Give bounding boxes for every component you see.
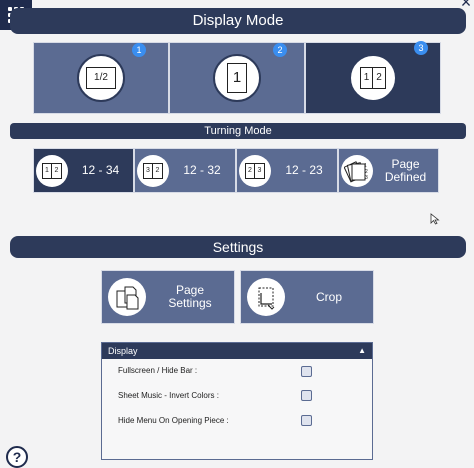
two-page-icon: 1 2 [349,54,397,102]
help-button[interactable]: ? [6,446,28,468]
page-pair-icon: 3 2 [137,154,169,187]
checkbox-invert-colors[interactable] [301,390,312,401]
option-label-fullscreen: Fullscreen / Hide Bar : [118,366,198,375]
mode-badge-2: 2 [273,43,287,57]
page-pair-right: 2 [52,162,62,179]
turning-option-label: 12 - 23 [285,163,323,177]
crop-button[interactable]: Crop [240,270,374,324]
turning-option-page-defined[interactable]: 1 2 3 Page Defined [338,148,439,193]
page-pair-right: 3 [255,162,265,179]
single-page-icon: 1 [213,54,261,102]
mode-badge-1: 1 [132,43,146,57]
turning-option-12-23[interactable]: 2 3 12 - 23 [236,148,338,193]
collapse-caret-icon[interactable]: ▲ [358,343,366,359]
turning-option-label: Page Defined [373,156,438,184]
single-page-icon-text: 1 [227,63,247,93]
display-mode-half-page[interactable]: 1/2 [33,42,169,114]
page-pair-icon: 1 2 [36,154,68,187]
settings-title: Settings [10,236,466,258]
page-pair-right: 2 [153,162,163,179]
page-stack-icon: 1 2 3 [341,154,373,187]
page-pair-icon: 2 3 [239,154,271,187]
display-mode-title: Display Mode [10,8,466,34]
page-settings-button[interactable]: Page Settings [101,270,235,324]
turning-option-label: 12 - 34 [81,163,120,177]
checkbox-hide-menu[interactable] [301,415,312,426]
two-page-icon-right: 2 [373,67,386,89]
crop-icon [247,278,285,316]
page-pair-left: 2 [245,162,255,179]
two-page-icon-left: 1 [360,67,373,89]
page-settings-icon [108,278,146,316]
option-label-invert-colors: Sheet Music - Invert Colors : [118,391,219,400]
turning-option-12-34[interactable]: 1 2 12 - 34 [33,148,134,193]
option-label-hide-menu: Hide Menu On Opening Piece : [118,416,229,425]
page-settings-line2: Settings [168,296,212,310]
half-page-icon-text: 1/2 [86,67,116,89]
page-defined-line2: Defined [384,169,427,184]
checkbox-fullscreen[interactable] [301,366,312,377]
page-pair-left: 3 [143,162,153,179]
page-settings-label: Page Settings [146,284,234,310]
turning-option-label: 12 - 32 [183,163,221,177]
page-pair-left: 1 [42,162,52,179]
svg-text:3: 3 [365,175,368,181]
display-panel-header[interactable]: Display ▲ [102,343,372,359]
page-defined-line1: Page [391,156,420,171]
turning-option-12-32[interactable]: 3 2 12 - 32 [134,148,236,193]
display-panel: Display ▲ [101,342,373,460]
display-panel-title: Display [108,346,138,356]
mouse-cursor-icon [430,213,440,225]
mode-badge-3: 3 [414,41,428,55]
half-page-icon: 1/2 [77,54,125,102]
crop-label: Crop [315,289,342,304]
turning-mode-title: Turning Mode [10,123,466,139]
